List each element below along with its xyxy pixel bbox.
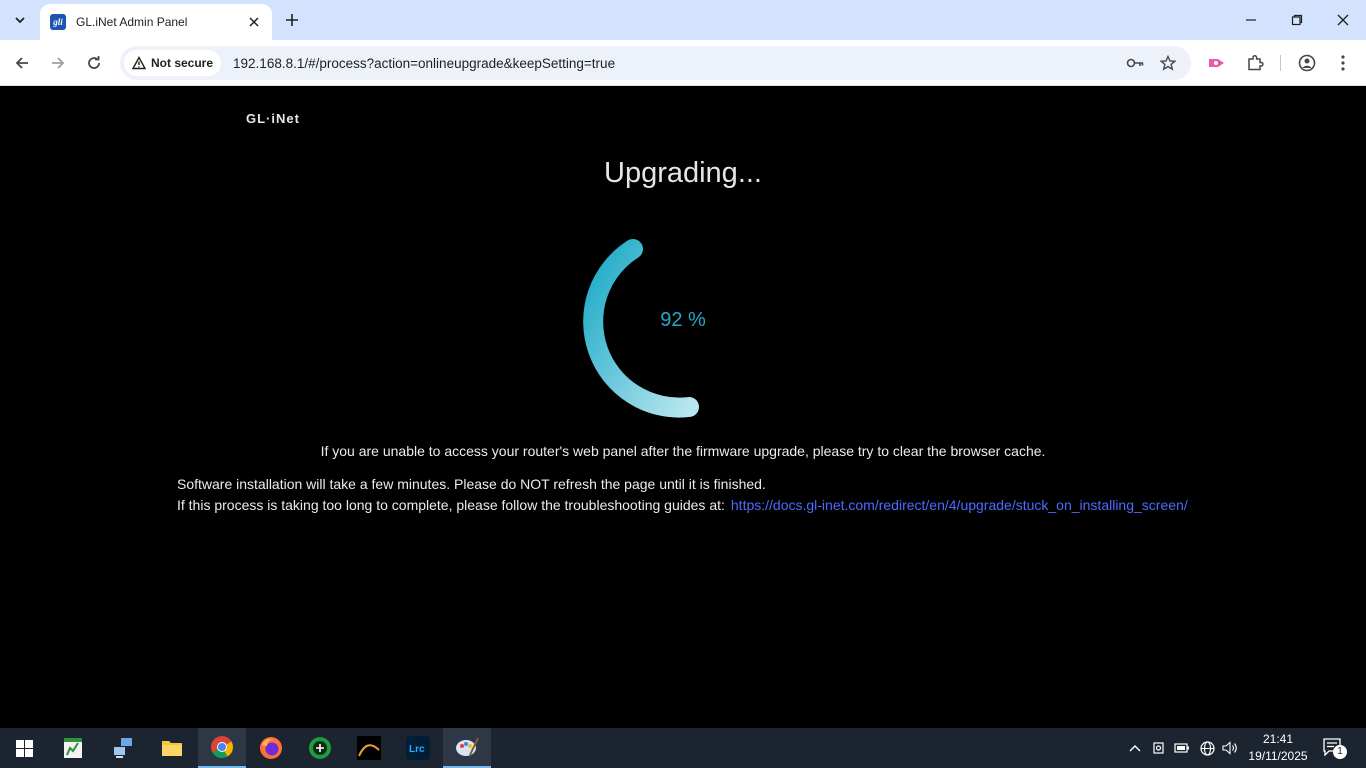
chrome-icon xyxy=(211,736,233,758)
taskbar-chrome[interactable] xyxy=(198,728,246,768)
windows-taskbar: Lrc 21:41 19/11/2025 1 xyxy=(0,728,1366,768)
taskbar-media-app[interactable] xyxy=(296,728,344,768)
network-computers-icon xyxy=(114,738,132,758)
minimize-icon xyxy=(1246,19,1256,21)
reload-button[interactable] xyxy=(80,49,108,77)
svg-text:Lrc: Lrc xyxy=(409,744,425,755)
spreadsheet-app-icon xyxy=(64,738,82,758)
battery-icon xyxy=(1174,743,1189,753)
close-icon xyxy=(249,17,259,27)
windows-logo-icon xyxy=(15,739,33,757)
clock-date: 19/11/2025 xyxy=(1248,749,1308,763)
restore-button[interactable] xyxy=(1274,0,1320,40)
security-label: Not secure xyxy=(151,56,214,70)
taskbar-network-app[interactable] xyxy=(99,728,147,768)
notification-center-button[interactable]: 1 xyxy=(1322,736,1348,760)
browser-tab[interactable]: gli GL.iNet Admin Panel xyxy=(40,4,272,40)
install-notes: Software installation will take a few mi… xyxy=(177,474,1188,516)
arrow-left-icon xyxy=(15,57,28,69)
taskbar-lightroom[interactable]: Lrc xyxy=(394,728,442,768)
waveform-app-icon xyxy=(357,736,381,760)
kebab-menu-icon xyxy=(1341,55,1345,71)
troubleshoot-link[interactable]: https://docs.gl-inet.com/redirect/en/4/u… xyxy=(731,497,1188,513)
taskbar-paint-app[interactable] xyxy=(443,728,491,768)
profile-button[interactable] xyxy=(1295,51,1319,75)
folder-icon xyxy=(162,741,182,756)
tray-battery[interactable] xyxy=(1172,738,1192,758)
back-button[interactable] xyxy=(8,49,36,77)
tray-meet-now[interactable] xyxy=(1149,738,1169,758)
restore-icon xyxy=(1291,14,1303,26)
page-viewport: GL·iNet Upgrading... 92 % If you are una… xyxy=(0,87,1366,728)
password-manager-button[interactable] xyxy=(1123,51,1147,75)
tab-close-button[interactable] xyxy=(246,14,262,30)
speaker-icon xyxy=(1222,741,1237,755)
star-icon xyxy=(1160,55,1176,71)
browser-tab-bar: gli GL.iNet Admin Panel xyxy=(0,0,1366,40)
tab-search-button[interactable] xyxy=(6,7,34,33)
logo-text: GL·iNet xyxy=(246,111,300,126)
bookmark-button[interactable] xyxy=(1156,51,1180,75)
firefox-icon xyxy=(260,737,282,759)
taskbar-audio-app[interactable] xyxy=(345,728,393,768)
tray-overflow-button[interactable] xyxy=(1125,738,1145,758)
forward-button[interactable] xyxy=(44,49,72,77)
extension-button[interactable] xyxy=(1205,51,1229,75)
media-player-icon xyxy=(309,737,331,759)
taskbar-spreadsheet-app[interactable] xyxy=(49,728,97,768)
minimize-button[interactable] xyxy=(1228,0,1274,40)
tray-network[interactable] xyxy=(1197,738,1217,758)
camera-icon xyxy=(1153,742,1164,754)
paint-palette-icon xyxy=(456,737,479,756)
close-window-button[interactable] xyxy=(1320,0,1366,40)
page-title: Upgrading... xyxy=(604,157,762,189)
taskbar-clock[interactable]: 21:41 19/11/2025 xyxy=(1244,731,1312,765)
warning-icon xyxy=(132,56,146,70)
close-icon xyxy=(1337,14,1349,26)
cache-note: If you are unable to access your router'… xyxy=(320,443,1046,459)
troubleshoot-note: If this process is taking too long to co… xyxy=(177,497,725,513)
plus-icon xyxy=(286,14,298,26)
url-text[interactable]: 192.168.8.1/#/process?action=onlineupgra… xyxy=(233,56,615,71)
reload-icon xyxy=(88,56,100,69)
browser-toolbar: Not secure 192.168.8.1/#/process?action=… xyxy=(0,40,1366,86)
key-icon xyxy=(1126,58,1144,68)
notification-count-badge: 1 xyxy=(1333,745,1347,759)
troubleshoot-line: If this process is taking too long to co… xyxy=(177,495,1188,516)
video-extension-icon xyxy=(1209,59,1224,67)
glinet-favicon-icon: gli xyxy=(50,14,66,30)
account-icon xyxy=(1298,54,1316,72)
security-indicator[interactable]: Not secure xyxy=(124,50,222,76)
glinet-logo: GL·iNet xyxy=(246,111,300,126)
clock-time: 21:41 xyxy=(1262,732,1294,746)
puzzle-icon xyxy=(1248,54,1264,71)
address-bar[interactable]: Not secure 192.168.8.1/#/process?action=… xyxy=(120,46,1191,80)
taskbar-file-explorer[interactable] xyxy=(148,728,196,768)
browser-menu-button[interactable] xyxy=(1331,51,1355,75)
tab-title: GL.iNet Admin Panel xyxy=(76,15,188,29)
install-note: Software installation will take a few mi… xyxy=(177,476,766,492)
tray-volume[interactable] xyxy=(1220,738,1240,758)
chevron-down-icon xyxy=(15,17,25,24)
taskbar-firefox[interactable] xyxy=(247,728,295,768)
globe-icon xyxy=(1199,740,1215,756)
new-tab-button[interactable] xyxy=(280,8,304,32)
extensions-menu-button[interactable] xyxy=(1243,51,1267,75)
lightroom-icon: Lrc xyxy=(406,736,430,760)
progress-percent: 92 % xyxy=(660,309,706,331)
chevron-up-icon xyxy=(1129,745,1141,752)
toolbar-separator xyxy=(1280,55,1281,71)
start-button[interactable] xyxy=(0,728,48,768)
arrow-right-icon xyxy=(52,57,65,69)
